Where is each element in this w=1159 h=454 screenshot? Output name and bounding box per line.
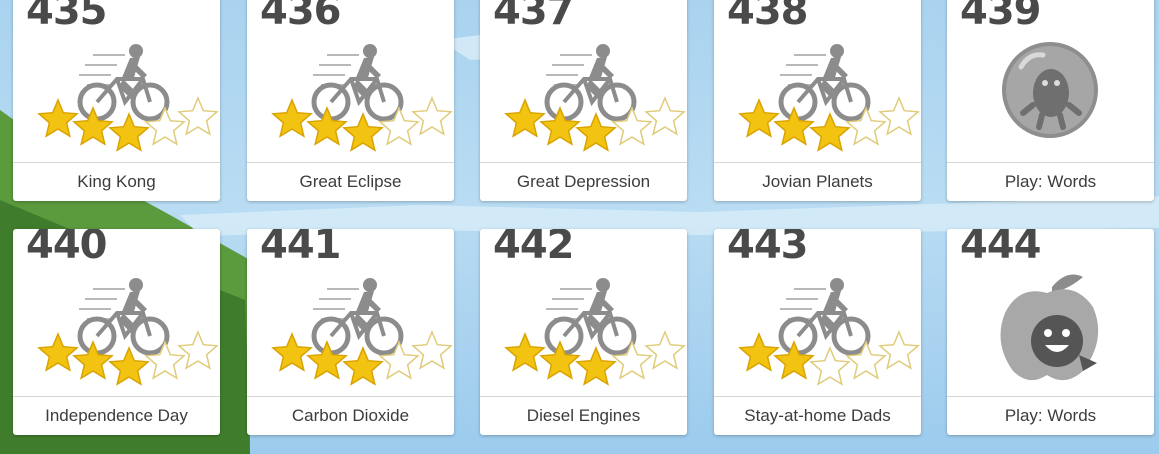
star-empty-icon (144, 106, 186, 146)
level-card[interactable]: 443 Stay-at-home Dads (714, 229, 921, 435)
level-number: 441 (260, 229, 341, 268)
star-filled-icon (738, 98, 780, 138)
star-empty-icon (144, 340, 186, 380)
star-empty-icon (378, 106, 420, 146)
level-number: 443 (727, 229, 808, 268)
level-number: 438 (727, 0, 808, 34)
level-number: 442 (493, 229, 574, 268)
level-title: Independence Day (13, 396, 220, 435)
bubble-mascot-icon (1002, 42, 1098, 138)
star-filled-icon (37, 98, 79, 138)
level-title: Carbon Dioxide (247, 396, 454, 435)
level-number: 439 (960, 0, 1041, 34)
level-card[interactable]: 440 Independence Day (13, 229, 220, 435)
level-card[interactable]: 436 Great Eclipse (247, 0, 454, 201)
level-card[interactable]: 437 Great Depression (480, 0, 687, 201)
level-title: Great Eclipse (247, 162, 454, 201)
star-empty-icon (611, 340, 653, 380)
level-card[interactable]: 435 King Kong (13, 0, 220, 201)
level-title: Great Depression (480, 162, 687, 201)
level-title: Play: Words (947, 396, 1154, 435)
apple-mascot-icon (1000, 274, 1099, 381)
level-title: Stay-at-home Dads (714, 396, 921, 435)
level-number: 435 (26, 0, 107, 34)
star-empty-icon (411, 330, 453, 370)
star-filled-icon (271, 332, 313, 372)
star-filled-icon (504, 98, 546, 138)
level-card[interactable]: 442 Diesel Engines (480, 229, 687, 435)
level-title: Diesel Engines (480, 396, 687, 435)
level-card[interactable]: 439 Play: Words (947, 0, 1154, 201)
level-number: 444 (960, 229, 1041, 268)
star-empty-icon (845, 340, 887, 380)
star-empty-icon (378, 340, 420, 380)
level-grid: 435 King Kong 436 Great Eclipse 437 Grea… (0, 0, 1159, 454)
star-empty-icon (878, 96, 920, 136)
level-title: Jovian Planets (714, 162, 921, 201)
level-card[interactable]: 438 Jovian Planets (714, 0, 921, 201)
star-empty-icon (611, 106, 653, 146)
level-number: 436 (260, 0, 341, 34)
star-filled-icon (271, 98, 313, 138)
level-title: Play: Words (947, 162, 1154, 201)
star-empty-icon (845, 106, 887, 146)
star-filled-icon (504, 332, 546, 372)
level-card[interactable]: 441 Carbon Dioxide (247, 229, 454, 435)
star-empty-icon (177, 96, 219, 136)
star-filled-icon (738, 332, 780, 372)
star-empty-icon (411, 96, 453, 136)
star-empty-icon (177, 330, 219, 370)
level-number: 440 (26, 229, 107, 268)
level-number: 437 (493, 0, 574, 34)
level-card[interactable]: 444 Play: Words (947, 229, 1154, 435)
star-empty-icon (878, 330, 920, 370)
star-empty-icon (644, 96, 686, 136)
star-empty-icon (644, 330, 686, 370)
star-filled-icon (37, 332, 79, 372)
level-title: King Kong (13, 162, 220, 201)
